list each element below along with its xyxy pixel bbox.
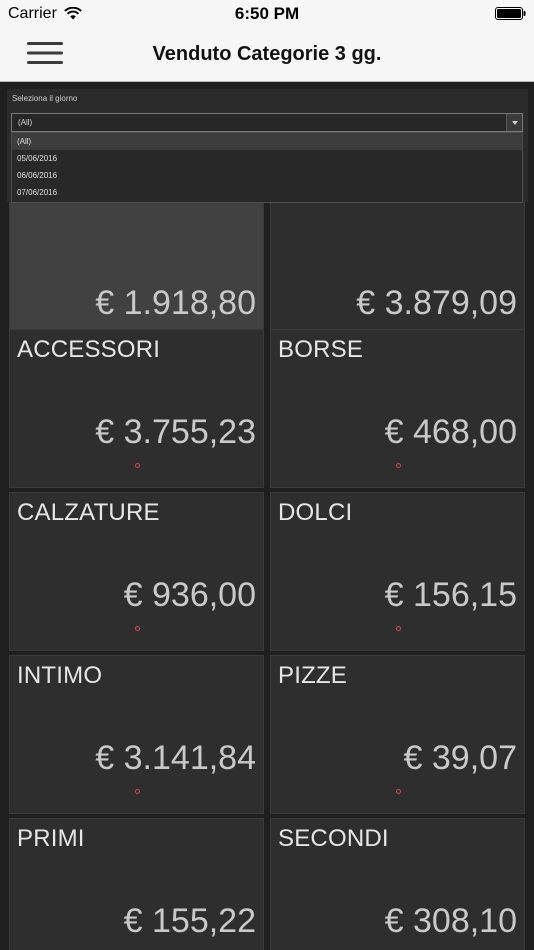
tile-value: € 468,00: [384, 413, 517, 451]
category-tile[interactable]: PRIMI € 155,22: [9, 818, 264, 950]
app-header: Venduto Categorie 3 gg.: [0, 28, 534, 82]
tile-value: € 936,00: [123, 576, 256, 614]
battery-icon: [495, 7, 526, 20]
indicator-dot-icon: [135, 789, 140, 794]
indicator-dot-icon: [135, 626, 140, 631]
dropdown-option-all[interactable]: (All): [12, 133, 522, 150]
tile-label: BORSE: [278, 336, 364, 363]
day-filter-panel: Seleziona il giorno (All) (All) 05/06/20…: [7, 89, 528, 203]
main-content: € 1.918,80 € 3.879,09 ACCESSORI € 3.755,…: [0, 83, 534, 950]
select-arrow-button[interactable]: [506, 114, 522, 131]
category-tile[interactable]: SECONDI € 308,10: [270, 818, 525, 950]
indicator-dot-icon: [135, 463, 140, 468]
page-title: Venduto Categorie 3 gg.: [152, 43, 382, 65]
indicator-dot-icon: [396, 789, 401, 794]
indicator-dot-icon: [396, 626, 401, 631]
dropdown-option-05-06-2016[interactable]: 05/06/2016: [12, 150, 522, 167]
tile-label: CALZATURE: [17, 499, 160, 526]
category-tile[interactable]: ACCESSORI € 3.755,23: [9, 329, 264, 488]
tile-value: € 3.141,84: [95, 739, 256, 777]
status-time: 6:50 PM: [234, 4, 300, 23]
tile-value: € 39,07: [403, 739, 517, 777]
tile-label: SECONDI: [278, 825, 389, 852]
chevron-down-icon: [512, 121, 518, 125]
tile-label: DOLCI: [278, 499, 353, 526]
tile-value: € 1.918,80: [95, 284, 256, 322]
tile-value: € 156,15: [384, 576, 517, 614]
tile-label: INTIMO: [17, 662, 103, 689]
category-tile[interactable]: BORSE € 468,00: [270, 329, 525, 488]
tile-label: PRIMI: [17, 825, 85, 852]
dropdown-option-07-06-2016[interactable]: 07/06/2016: [12, 184, 522, 201]
category-tile[interactable]: DOLCI € 156,15: [270, 492, 525, 651]
category-tile[interactable]: PIZZE € 39,07: [270, 655, 525, 814]
filter-label: Seleziona il giorno: [12, 94, 78, 103]
category-tile[interactable]: INTIMO € 3.141,84: [9, 655, 264, 814]
tile-value: € 155,22: [123, 902, 256, 940]
indicator-dot-icon: [396, 463, 401, 468]
day-select-value: (All): [18, 118, 33, 127]
status-bar: Carrier 6:50 PM: [0, 0, 534, 28]
tile-label: ACCESSORI: [17, 336, 161, 363]
dropdown-option-06-06-2016[interactable]: 06/06/2016: [12, 167, 522, 184]
tile-value: € 308,10: [384, 902, 517, 940]
tile-label: PIZZE: [278, 662, 348, 689]
day-select[interactable]: (All): [11, 113, 523, 132]
tile-value: € 3.879,09: [356, 284, 517, 322]
tile-value: € 3.755,23: [95, 413, 256, 451]
day-dropdown-list: (All) 05/06/2016 06/06/2016 07/06/2016: [11, 132, 523, 203]
category-tile[interactable]: CALZATURE € 936,00: [9, 492, 264, 651]
